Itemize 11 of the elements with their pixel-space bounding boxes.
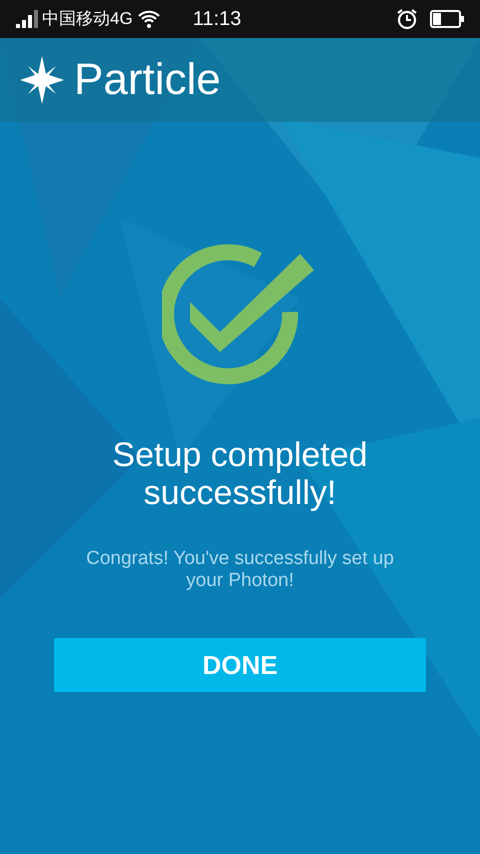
signal-icon [16,10,38,28]
battery-icon [430,10,464,28]
logo-text: Particle [74,58,221,102]
done-button[interactable]: DONE [54,638,426,692]
wifi-icon [136,9,161,29]
alarm-icon [396,8,418,30]
star-logo-icon [18,56,66,104]
clock-time: 11:13 [192,7,242,32]
success-message: Congrats! You've successfully set up your Photon! [85,548,395,592]
carrier-label: 中国移动4G [42,8,133,30]
success-title: Setup completed successfully! [111,436,369,512]
